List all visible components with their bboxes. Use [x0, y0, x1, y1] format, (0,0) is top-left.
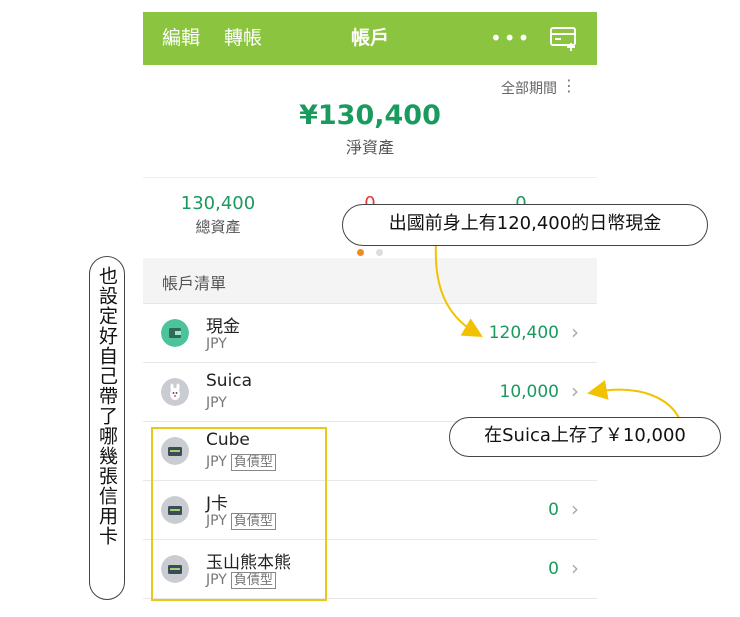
cards-annotation: 也設定好自己帶了哪幾張信用卡 — [89, 256, 125, 600]
suica-annotation: 在Suica上存了￥10,000 — [449, 417, 721, 457]
suica-arrow — [587, 380, 681, 421]
cash-annotation: 出國前身上有120,400的日幣現金 — [342, 204, 708, 246]
cards-annotation-text: 也設定好自己帶了哪幾張信用卡 — [96, 266, 118, 546]
cash-arrow — [434, 242, 483, 338]
